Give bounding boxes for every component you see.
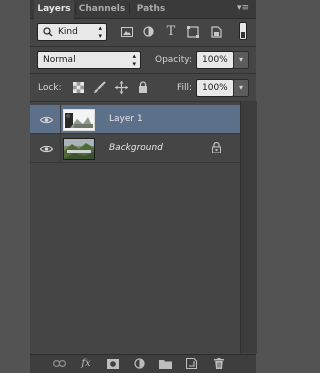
filter-kind-label: Kind <box>58 27 78 37</box>
shape-filter-icon[interactable] <box>186 25 200 38</box>
type-filter-icon[interactable]: T <box>164 24 178 39</box>
blend-mode-value: Normal <box>43 55 76 65</box>
layers-list: Layer 1 Background <box>30 102 240 354</box>
tab-divider <box>75 3 76 15</box>
layer-name[interactable]: Layer 1 <box>109 114 143 124</box>
new-group-icon[interactable] <box>158 357 172 370</box>
layer-thumbnail <box>63 109 95 131</box>
visibility-toggle[interactable] <box>30 105 61 134</box>
divider <box>30 46 256 47</box>
eye-icon <box>40 145 53 153</box>
layers-scrollbar[interactable] <box>240 101 257 353</box>
chevron-down-icon: ▾ <box>238 83 243 92</box>
layer-row-layer-1[interactable]: Layer 1 <box>30 105 240 134</box>
panel-menu-button[interactable]: ▾≡ <box>236 2 250 14</box>
delete-icon[interactable] <box>212 357 226 370</box>
up-down-arrows-icon: ▴ ▾ <box>98 24 102 40</box>
fill-input[interactable]: 100% <box>196 79 234 97</box>
up-down-arrows-icon: ▴ ▾ <box>132 52 136 68</box>
layers-panel: Layers Channels Paths ▾≡ Kind ▴ ▾ T Norma… <box>30 0 257 373</box>
opacity-label: Opacity: <box>155 55 192 65</box>
filter-kind-select[interactable]: Kind ▴ ▾ <box>37 23 107 41</box>
canvas-area <box>0 0 30 372</box>
opacity-input[interactable]: 100% <box>196 51 234 69</box>
opacity-value: 100% <box>202 55 228 65</box>
tab-channels[interactable]: Channels <box>77 0 127 18</box>
fill-label: Fill: <box>177 83 193 93</box>
add-mask-icon[interactable] <box>106 357 120 370</box>
search-icon <box>43 27 53 37</box>
layer-name[interactable]: Background <box>109 143 163 153</box>
new-layer-icon[interactable] <box>184 357 198 370</box>
lock-icon <box>212 142 221 153</box>
blend-mode-select[interactable]: Normal ▴ ▾ <box>37 51 141 69</box>
link-layers-icon[interactable] <box>52 357 66 370</box>
tab-layers[interactable]: Layers <box>34 0 74 19</box>
lock-transparent-pixels-icon[interactable] <box>72 81 85 94</box>
layer-row-background[interactable]: Background <box>30 134 240 163</box>
smart-object-filter-icon[interactable] <box>209 25 223 38</box>
lock-position-icon[interactable] <box>114 80 128 94</box>
adjustment-layer-icon[interactable] <box>132 357 146 370</box>
image-filter-icon[interactable] <box>120 25 134 38</box>
lock-label: Lock: <box>38 83 62 93</box>
fx-icon[interactable]: fx <box>79 357 93 370</box>
chevron-down-icon: ▾ <box>238 55 243 64</box>
filter-toggle-knob <box>241 32 245 38</box>
fill-dropdown-button[interactable]: ▾ <box>233 79 249 97</box>
filter-toggle-switch[interactable] <box>239 22 247 40</box>
divider <box>30 73 256 74</box>
panel-tab-bar: Layers Channels Paths ▾≡ <box>30 0 256 19</box>
tab-paths[interactable]: Paths <box>131 0 171 18</box>
fill-value: 100% <box>202 83 228 93</box>
tab-divider <box>129 3 130 15</box>
visibility-toggle[interactable] <box>30 134 61 163</box>
eye-icon <box>40 116 53 124</box>
adjustment-filter-icon[interactable] <box>141 25 155 38</box>
opacity-dropdown-button[interactable]: ▾ <box>233 51 249 69</box>
layers-footer-toolbar: fx <box>30 354 256 373</box>
lock-all-icon[interactable] <box>137 80 149 94</box>
panel-menu-icon: ▾≡ <box>236 3 250 13</box>
lock-image-pixels-icon[interactable] <box>92 80 106 94</box>
layer-thumbnail <box>63 138 95 160</box>
